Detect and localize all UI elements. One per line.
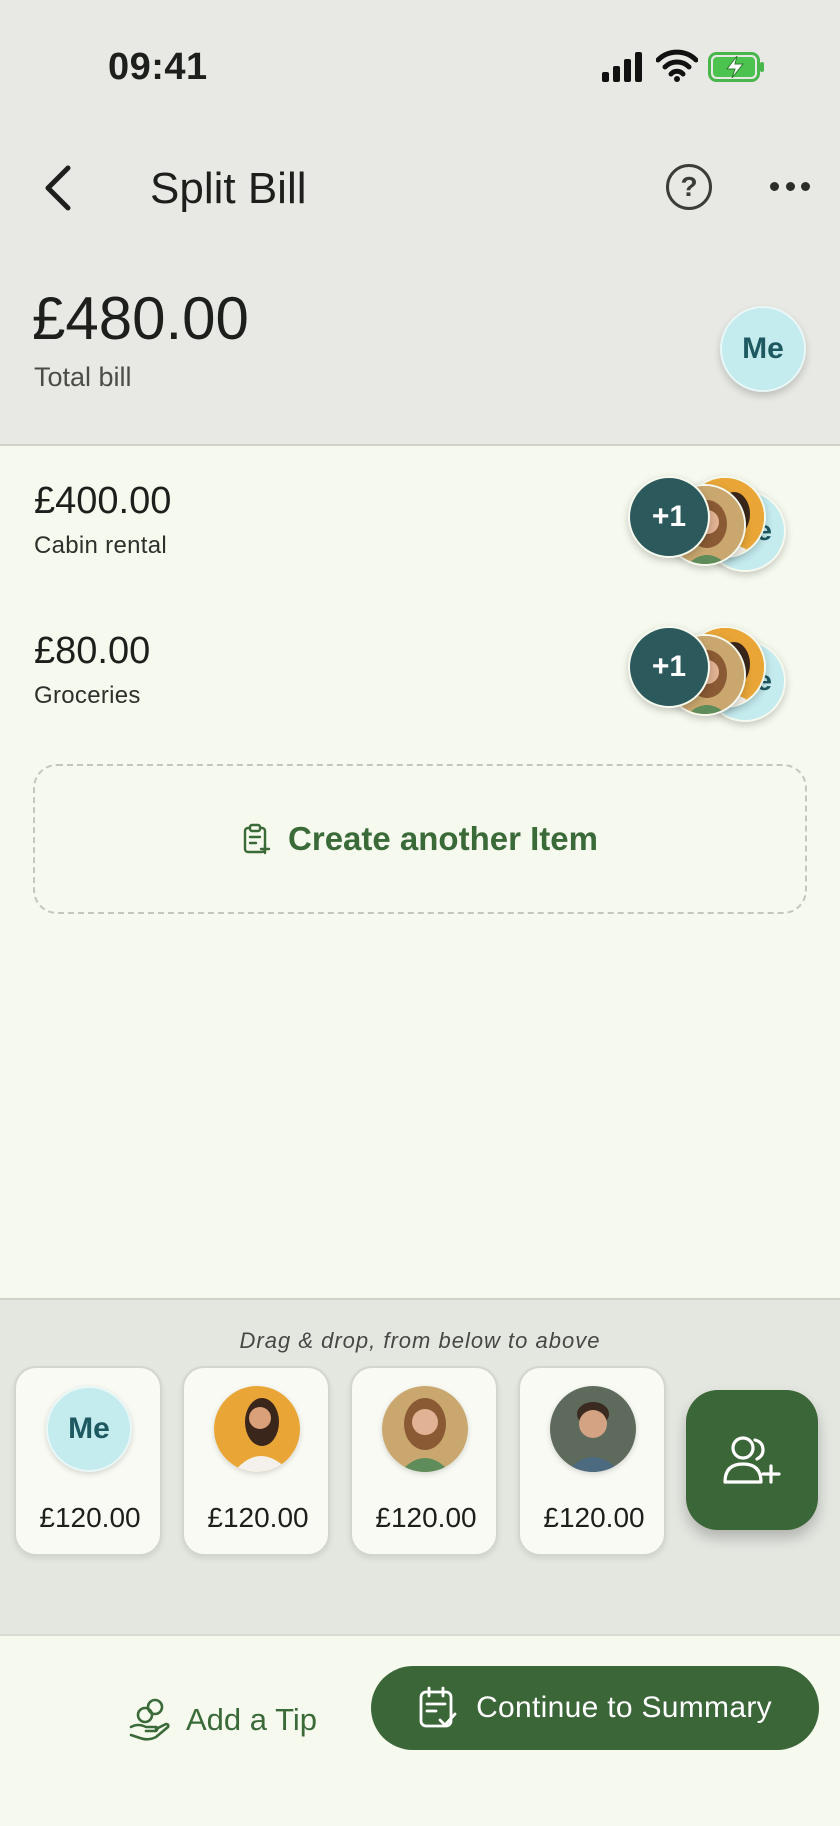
signal-icon <box>602 52 644 82</box>
item-amount: £80.00 <box>34 630 151 672</box>
participant-amount: £120.00 <box>375 1502 477 1533</box>
status-time: 09:41 <box>108 46 208 88</box>
items-list: £400.00 Cabin rental e +1 £80.00 Groceri… <box>0 446 840 1298</box>
continue-to-summary-button[interactable]: Continue to Summary <box>371 1666 819 1750</box>
avatar-me: Me <box>46 1386 132 1472</box>
participant-card-3[interactable]: £120.00 <box>350 1366 498 1556</box>
bill-item-groceries[interactable]: £80.00 Groceries e +1 <box>0 596 840 736</box>
avatar-photo-man <box>550 1386 636 1472</box>
participants-tray: Drag & drop, from below to above Me £120… <box>0 1298 840 1634</box>
participant-amount: £120.00 <box>39 1502 141 1533</box>
battery-charging-icon <box>708 52 764 82</box>
page-title: Split Bill <box>150 164 307 213</box>
header-section: 09:41 Split Bill ? £480.00 Total bill Me <box>0 0 840 446</box>
total-bill-label: Total bill <box>34 362 132 392</box>
more-participants-badge: +1 <box>628 626 710 708</box>
assigned-avatars[interactable]: e +1 <box>628 626 798 726</box>
item-name: Cabin rental <box>34 532 168 559</box>
wifi-icon <box>656 49 698 82</box>
more-options-icon[interactable] <box>770 176 810 196</box>
item-name: Groceries <box>34 682 141 709</box>
total-bill-amount: £480.00 <box>32 285 249 352</box>
assigned-avatars[interactable]: e +1 <box>628 476 798 576</box>
item-amount: £400.00 <box>34 480 172 522</box>
participant-card-2[interactable]: £120.00 <box>182 1366 330 1556</box>
avatar-photo-woman-scarf <box>382 1386 468 1472</box>
hand-coins-icon <box>129 1698 170 1741</box>
add-person-button[interactable] <box>686 1390 818 1530</box>
create-item-label: Create another Item <box>288 820 598 857</box>
user-plus-icon <box>723 1436 781 1484</box>
participant-amount: £120.00 <box>543 1502 645 1533</box>
help-icon[interactable]: ? <box>666 164 712 210</box>
more-participants-badge: +1 <box>628 476 710 558</box>
add-tip-label: Add a Tip <box>186 1702 317 1737</box>
continue-label: Continue to Summary <box>476 1691 772 1724</box>
footer-actions: Add a Tip Continue to Summary <box>0 1634 840 1826</box>
participant-card-me[interactable]: Me £120.00 <box>14 1366 162 1556</box>
back-chevron-icon[interactable] <box>38 162 82 214</box>
bill-item-cabin-rental[interactable]: £400.00 Cabin rental e +1 <box>0 446 840 586</box>
create-item-button[interactable]: Create another Item <box>33 764 807 914</box>
participant-amount: £120.00 <box>207 1502 309 1533</box>
status-bar: 09:41 <box>0 0 840 130</box>
clipboard-plus-icon <box>243 823 271 855</box>
drag-hint: Drag & drop, from below to above <box>239 1328 601 1353</box>
participant-card-4[interactable]: £120.00 <box>518 1366 666 1556</box>
owner-avatar[interactable]: Me <box>720 306 806 392</box>
avatar-photo-woman-curly-hair <box>214 1386 300 1472</box>
add-tip-button[interactable]: Add a Tip <box>128 1686 317 1754</box>
calendar-check-icon <box>419 1686 457 1728</box>
